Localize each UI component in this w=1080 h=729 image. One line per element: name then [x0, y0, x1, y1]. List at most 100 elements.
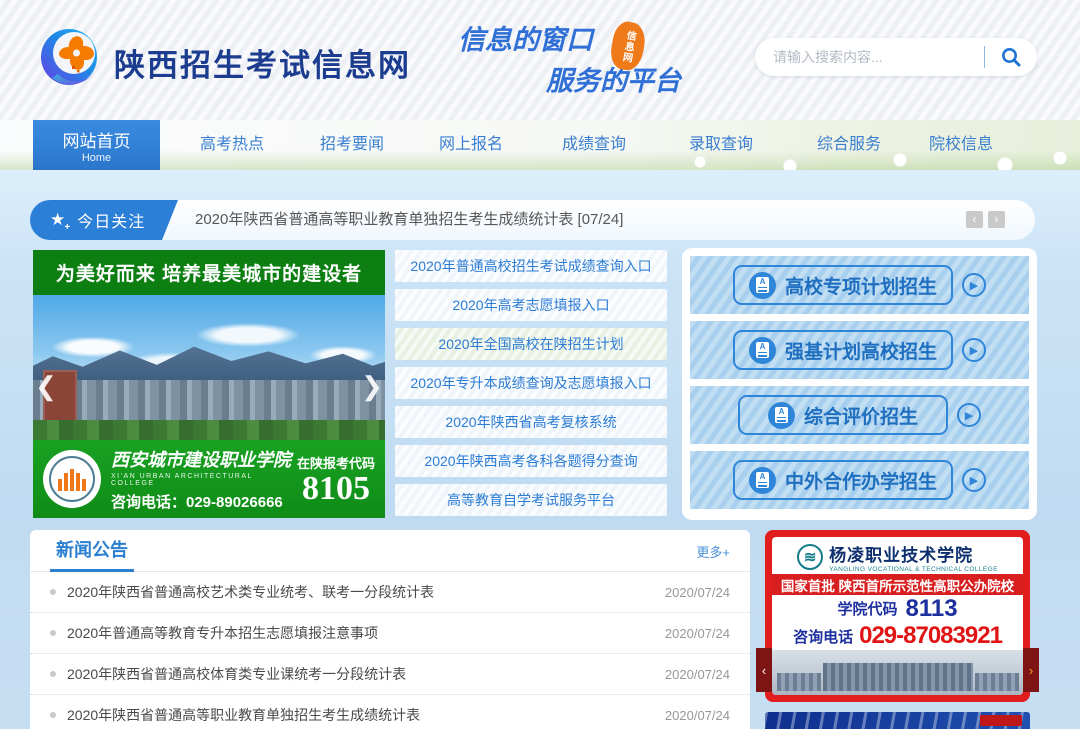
focus-prev-button[interactable]: ‹ — [966, 211, 983, 228]
today-focus-text: 今日关注 — [77, 208, 145, 232]
program-button-sino-foreign[interactable]: A 中外合作办学招生 — [733, 460, 953, 500]
program-go-button[interactable]: ▶ — [962, 468, 986, 492]
search-button[interactable] — [985, 38, 1037, 76]
nav-item-online-registration[interactable]: 网上报名 — [439, 120, 503, 170]
special-programs-panel: A 高校专项计划招生 ▶ A 强基计划高校招生 ▶ A 综合评价招生 ▶ A 中… — [682, 248, 1037, 520]
college-logo-icon — [43, 450, 101, 508]
today-focus-label: ★+ 今日关注 — [30, 200, 162, 240]
quick-links-list: 2020年普通高校招生考试成绩查询入口 2020年高考志愿填报入口 2020年全… — [395, 250, 667, 523]
program-row: A 高校专项计划招生 ▶ — [690, 256, 1029, 314]
nav-item-college-info[interactable]: 院校信息 — [929, 120, 993, 170]
program-row: A 中外合作办学招生 ▶ — [690, 451, 1029, 509]
program-row: A 综合评价招生 ▶ — [690, 386, 1029, 444]
nav-home-sublabel: Home — [33, 152, 160, 164]
ad-code: 8113 — [905, 597, 957, 621]
news-date: 2020/07/24 — [665, 626, 730, 641]
program-button-special-plan[interactable]: A 高校专项计划招生 — [733, 265, 953, 305]
program-go-button[interactable]: ▶ — [962, 273, 986, 297]
quick-link-volunteer-entry[interactable]: 2020年高考志愿填报入口 — [395, 289, 667, 321]
quick-link-score-query-entry[interactable]: 2020年普通高校招生考试成绩查询入口 — [395, 250, 667, 282]
quick-link-self-study-exam[interactable]: 高等教育自学考试服务平台 — [395, 484, 667, 516]
program-button-comprehensive-evaluation[interactable]: A 综合评价招生 — [738, 395, 948, 435]
chevron-left-icon: ‹ — [973, 212, 977, 226]
partial-badge — [980, 715, 1022, 726]
program-go-button[interactable]: ▶ — [962, 338, 986, 362]
nav-item-enrollment-news[interactable]: 招考要闻 — [320, 120, 384, 170]
nav-home-label: 网站首页 — [33, 127, 160, 152]
today-focus-bar: ★+ 今日关注 2020年陕西省普通高等职业教育单独招生考生成绩统计表 [07/… — [30, 200, 1035, 240]
arrow-right-icon: ▶ — [970, 474, 978, 487]
arrow-right-icon: ▶ — [970, 344, 978, 357]
ad-campus-photo — [772, 650, 1023, 695]
bullet-icon — [50, 712, 56, 718]
slogan-line2: 服务的平台 — [546, 59, 681, 98]
chevron-right-icon: ❯ — [361, 371, 383, 401]
nav-item-comprehensive-services[interactable]: 综合服务 — [817, 120, 881, 170]
college-name: 西安城市建设职业学院 — [111, 446, 293, 472]
bullet-icon — [50, 589, 56, 595]
city-decoration — [33, 380, 385, 422]
search-box — [755, 38, 1037, 76]
ad-slogan-banner: 国家首批 陕西首所示范性高职公办院校 — [772, 574, 1023, 595]
arrow-right-icon: ▶ — [970, 279, 978, 292]
carousel-banner-title: 为美好而来 培养最美城市的建设者 — [33, 250, 385, 295]
search-icon — [1000, 46, 1022, 68]
ad-banner-yangling[interactable]: ≋ 杨凌职业技术学院 YANGLING VOCATIONAL & TECHNIC… — [765, 530, 1030, 702]
ad-college-name-en: YANGLING VOCATIONAL & TECHNICAL COLLEGE — [829, 566, 998, 573]
campus-building-decoration — [823, 663, 973, 691]
chevron-left-icon: ❮ — [35, 371, 57, 401]
quick-link-review-system[interactable]: 2020年陕西省高考复核系统 — [395, 406, 667, 438]
ad-college-name: 杨凌职业技术学院 — [829, 541, 998, 566]
focus-pager: ‹ › — [966, 211, 1005, 228]
news-date: 2020/07/24 — [665, 708, 730, 723]
quick-link-enrollment-plan[interactable]: 2020年全国高校在陕招生计划 — [395, 328, 667, 360]
main-carousel[interactable]: 为美好而来 培养最美城市的建设者 ❮ ❯ 西安城市建设职业学院 XI'AN UR… — [33, 250, 385, 518]
main-nav: 网站首页 Home 高考热点 招考要闻 网上报名 成绩查询 录取查询 综合服务 … — [0, 120, 1080, 170]
document-icon: A — [749, 337, 776, 364]
program-row: A 强基计划高校招生 ▶ — [690, 321, 1029, 379]
program-go-button[interactable]: ▶ — [957, 403, 981, 427]
news-item[interactable]: 2020年陕西省普通高等职业教育单独招生考生成绩统计表 2020/07/24 — [30, 695, 750, 729]
college-code: 8105 — [297, 472, 375, 506]
program-button-qiangji-plan[interactable]: A 强基计划高校招生 — [733, 330, 953, 370]
arrow-right-icon: ▶ — [965, 409, 973, 422]
yangling-logo-icon: ≋ — [797, 544, 823, 570]
slogan: 信息的窗口 服务的平台 — [458, 18, 681, 98]
ad-phone-label: 咨询电话 — [793, 626, 853, 647]
news-item[interactable]: 2020年陕西省普通高校体育类专业课统考一分段统计表 2020/07/24 — [30, 654, 750, 695]
page: 陕西招生考试信息网 信息的窗口 服务的平台 信息网 网站首页 Home 高考热点… — [0, 0, 1080, 729]
bullet-icon — [50, 630, 56, 636]
news-date: 2020/07/24 — [665, 667, 730, 682]
ad-code-label: 学院代码 — [837, 598, 897, 619]
news-panel: 新闻公告 更多+ 2020年陕西省普通高校艺术类专业统考、联考一分段统计表 20… — [30, 530, 750, 729]
site-logo-icon[interactable] — [38, 26, 104, 92]
college-code-label: 在陕报考代码 — [297, 453, 375, 472]
focus-next-button[interactable]: › — [988, 211, 1005, 228]
ad-banner-partial[interactable] — [765, 712, 1030, 729]
header: 陕西招生考试信息网 信息的窗口 服务的平台 信息网 — [0, 0, 1080, 120]
nav-item-gaokao-hotspots[interactable]: 高考热点 — [200, 120, 264, 170]
document-icon: A — [749, 467, 776, 494]
ad-next-button[interactable]: › — [1023, 648, 1039, 692]
nav-item-home[interactable]: 网站首页 Home — [33, 120, 160, 170]
bullet-icon — [50, 671, 56, 677]
quick-link-zhuanshengben[interactable]: 2020年专升本成绩查询及志愿填报入口 — [395, 367, 667, 399]
ad-prev-button[interactable]: ‹ — [756, 648, 772, 692]
carousel-photo — [33, 295, 385, 440]
slogan-line1: 信息的窗口 — [458, 18, 681, 57]
news-title: 新闻公告 — [50, 530, 134, 572]
news-item[interactable]: 2020年普通高等教育专升本招生志愿填报注意事项 2020/07/24 — [30, 613, 750, 654]
nav-item-admission-query[interactable]: 录取查询 — [689, 120, 753, 170]
search-input[interactable] — [773, 49, 984, 65]
document-icon: A — [749, 272, 776, 299]
news-more-link[interactable]: 更多+ — [696, 542, 730, 561]
nav-item-score-query[interactable]: 成绩查询 — [562, 120, 626, 170]
site-title: 陕西招生考试信息网 — [114, 40, 411, 85]
quick-link-subject-scores[interactable]: 2020年陕西高考各科各题得分查询 — [395, 445, 667, 477]
focus-headline-link[interactable]: 2020年陕西省普通高等职业教育单独招生考生成绩统计表 [07/24] — [195, 200, 623, 240]
carousel-next-button[interactable]: ❯ — [361, 370, 383, 404]
carousel-prev-button[interactable]: ❮ — [35, 370, 57, 404]
carousel-college-bar: 西安城市建设职业学院 XI'AN URBAN ARCHITECTURAL COL… — [33, 440, 385, 518]
news-item[interactable]: 2020年陕西省普通高校艺术类专业统考、联考一分段统计表 2020/07/24 — [30, 572, 750, 613]
news-header: 新闻公告 更多+ — [30, 530, 750, 572]
